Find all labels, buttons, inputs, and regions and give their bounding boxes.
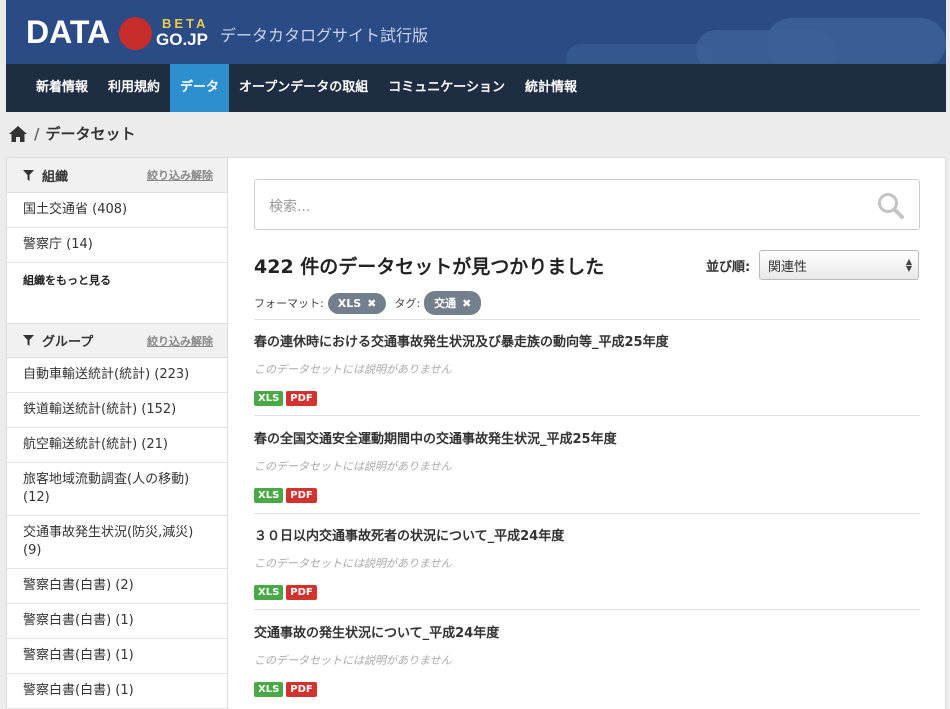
dataset-title-link[interactable]: 春の全国交通安全運動期間中の交通事故発生状況_平成25年度	[254, 428, 920, 447]
home-icon[interactable]	[8, 125, 28, 143]
nav-item-data[interactable]: データ	[170, 64, 230, 112]
org-item[interactable]: 警察庁 (14)	[7, 228, 227, 263]
group-facet-header: グループ 絞り込み解除	[7, 323, 227, 358]
dataset-description: このデータセットには説明がありません	[254, 460, 452, 473]
divider	[254, 513, 920, 514]
facet-format-label: フォーマット:	[254, 297, 324, 310]
format-badges: XLS PDF	[254, 682, 920, 697]
result-count-heading: 422 件のデータセットが見つかりました	[254, 256, 605, 278]
group-facet-title-wrap: グループ	[23, 331, 93, 350]
search-placeholder: 検索...	[269, 199, 311, 215]
search-icon[interactable]	[877, 192, 905, 220]
format-badge-pdf[interactable]: PDF	[286, 391, 317, 406]
group-item[interactable]: 警察白書(白書) (2)	[7, 569, 227, 604]
org-clear-filter-link[interactable]: 絞り込み解除	[147, 167, 213, 183]
dataset-title-link[interactable]: ３０日以内交通事故死者の状況について_平成24年度	[254, 525, 920, 544]
group-item[interactable]: 警察白書(白書) (1)	[7, 639, 227, 674]
select-arrows-icon: ▲ ▼	[905, 257, 912, 273]
facet-tag-label: タグ:	[394, 297, 421, 310]
search-input[interactable]: 検索...	[254, 179, 920, 230]
facet-tag-value: 交通	[434, 297, 457, 310]
facet-format-pill[interactable]: XLS ✖	[327, 292, 387, 314]
breadcrumb-separator: /	[34, 124, 40, 143]
divider	[254, 319, 920, 320]
breadcrumb-current[interactable]: データセット	[45, 123, 135, 144]
dataset-item: 春の全国交通安全運動期間中の交通事故発生状況_平成25年度 このデータセットには…	[254, 428, 920, 503]
remove-facet-icon[interactable]: ✖	[462, 297, 471, 310]
group-item[interactable]: 警察白書(白書) (1)	[7, 674, 227, 709]
sort-select[interactable]: 関連性 ▲ ▼	[759, 250, 919, 280]
group-item[interactable]: 鉄道輸送統計(統計) (152)	[7, 393, 227, 428]
group-facet-title: グループ	[42, 335, 94, 350]
site-subtitle: データカタログサイト試行版	[220, 26, 429, 45]
format-badge-xls[interactable]: XLS	[254, 682, 284, 697]
format-badges: XLS PDF	[254, 488, 920, 503]
group-clear-filter-link[interactable]: 絞り込み解除	[147, 333, 213, 349]
filter-icon	[23, 335, 34, 346]
logo-gojp-text[interactable]: GO.JP	[156, 30, 208, 50]
format-badge-pdf[interactable]: PDF	[286, 682, 317, 697]
main-nav: 新着情報 利用規約 データ オープンデータの取組 コミュニケーション 統計情報	[6, 64, 946, 112]
org-facet-header: 組織 絞り込み解除	[7, 158, 227, 193]
format-badge-xls[interactable]: XLS	[254, 585, 284, 600]
org-facet-title-wrap: 組織	[23, 166, 68, 185]
content-panel: 組織 絞り込み解除 国土交通省 (408) 警察庁 (14) 組織をもっと見る …	[6, 157, 946, 709]
site-header: DATA BETA GO.JP データカタログサイト試行版	[6, 0, 946, 64]
dataset-title-link[interactable]: 交通事故の発生状況について_平成24年度	[254, 622, 920, 641]
nav-item-communication[interactable]: コミュニケーション	[378, 64, 515, 112]
format-badges: XLS PDF	[254, 585, 920, 600]
format-badge-xls[interactable]: XLS	[254, 488, 284, 503]
filter-icon	[23, 169, 34, 181]
group-item[interactable]: 警察白書(白書) (1)	[7, 604, 227, 639]
header-cloud-decoration	[766, 18, 946, 64]
group-item[interactable]: 交通事故発生状況(防災,減災) (9)	[7, 516, 227, 569]
sort-label: 並び順:	[706, 260, 751, 275]
group-item[interactable]: 旅客地域流動調査(人の移動) (12)	[7, 463, 227, 516]
dataset-item: 交通事故の発生状況について_平成24年度 このデータセットには説明がありません …	[254, 622, 920, 697]
format-badge-xls[interactable]: XLS	[254, 391, 284, 406]
header-cloud-decoration	[566, 44, 716, 64]
nav-item-statistics[interactable]: 統計情報	[515, 64, 587, 112]
org-facet-title: 組織	[42, 169, 69, 185]
logo-beta-text: BETA	[162, 16, 209, 31]
org-item[interactable]: 国土交通省 (408)	[7, 193, 227, 228]
facet-tag-pill[interactable]: 交通 ✖	[424, 291, 482, 315]
breadcrumb: / データセット	[8, 123, 136, 144]
dataset-item: ３０日以内交通事故死者の状況について_平成24年度 このデータセットには説明があ…	[254, 525, 920, 600]
logo-data-text[interactable]: DATA	[26, 14, 110, 51]
facet-sidebar: 組織 絞り込み解除 国土交通省 (408) 警察庁 (14) 組織をもっと見る …	[7, 158, 228, 709]
dataset-title-link[interactable]: 春の連休時における交通事故発生状況及び暴走族の動向等_平成25年度	[254, 331, 920, 350]
group-item[interactable]: 自動車輸送統計(統計) (223)	[7, 358, 227, 393]
facet-format-value: XLS	[337, 296, 362, 310]
format-badge-pdf[interactable]: PDF	[286, 488, 317, 503]
format-badges: XLS PDF	[254, 391, 920, 406]
org-show-more-link[interactable]: 組織をもっと見る	[7, 263, 227, 297]
results-main: 検索... 422 件のデータセットが見つかりました 並び順: 関連性 ▲ ▼ フ…	[229, 158, 945, 709]
dataset-description: このデータセットには説明がありません	[254, 557, 452, 570]
nav-item-terms[interactable]: 利用規約	[98, 64, 170, 112]
nav-item-news[interactable]: 新着情報	[6, 64, 98, 112]
logo-circle	[119, 17, 152, 50]
active-facets: フォーマット: XLS ✖ タグ: 交通 ✖	[254, 291, 489, 315]
divider	[254, 609, 920, 610]
nav-item-opendata[interactable]: オープンデータの取組	[229, 64, 378, 112]
dataset-description: このデータセットには説明がありません	[254, 654, 452, 667]
sort-select-value: 関連性	[768, 260, 808, 275]
dataset-description: このデータセットには説明がありません	[254, 363, 452, 376]
format-badge-pdf[interactable]: PDF	[286, 585, 317, 600]
dataset-item: 春の連休時における交通事故発生状況及び暴走族の動向等_平成25年度 このデータセ…	[254, 331, 920, 406]
sidebar-spacer	[7, 297, 227, 323]
divider	[254, 415, 920, 416]
remove-facet-icon[interactable]: ✖	[367, 297, 376, 310]
group-item[interactable]: 航空輸送統計(統計) (21)	[7, 428, 227, 463]
